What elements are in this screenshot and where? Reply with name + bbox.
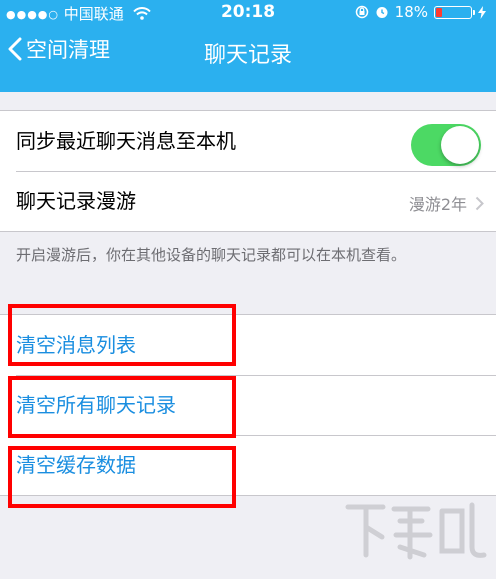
sync-recent-messages-row: 同步最近聊天消息至本机 — [0, 111, 496, 171]
alarm-icon — [376, 7, 388, 18]
battery-icon — [434, 5, 475, 19]
status-bar: ●●●●○ 中国联通 20:18 18% — [0, 0, 496, 24]
sync-recent-messages-label: 同步最近聊天消息至本机 — [16, 129, 236, 153]
chat-roaming-row[interactable]: 聊天记录漫游 漫游2年 — [0, 171, 496, 231]
toggle-knob — [441, 126, 479, 164]
highlight-box — [8, 376, 236, 438]
navigation-bar: ●●●●○ 中国联通 20:18 18% 空间清理 聊天记录 — [0, 0, 496, 92]
rotation-lock-icon — [355, 5, 368, 19]
page-title: 聊天记录 — [203, 43, 292, 68]
chat-roaming-label: 聊天记录漫游 — [16, 189, 136, 213]
sync-recent-messages-toggle[interactable] — [411, 124, 481, 166]
battery-percent: 18% — [394, 3, 428, 21]
battery-level — [436, 7, 443, 17]
chevron-right-icon — [475, 196, 484, 210]
sync-settings-group: 同步最近聊天消息至本机 聊天记录漫游 漫游2年 — [0, 110, 496, 232]
roaming-footnote: 开启漫游后，你在其他设备的聊天记录都可以在本机查看。 — [16, 246, 407, 264]
watermark-logo — [345, 502, 487, 560]
highlight-box — [8, 446, 236, 508]
highlight-box — [8, 304, 236, 366]
chat-roaming-value: 漫游2年 — [408, 195, 467, 214]
charging-icon — [478, 5, 486, 19]
